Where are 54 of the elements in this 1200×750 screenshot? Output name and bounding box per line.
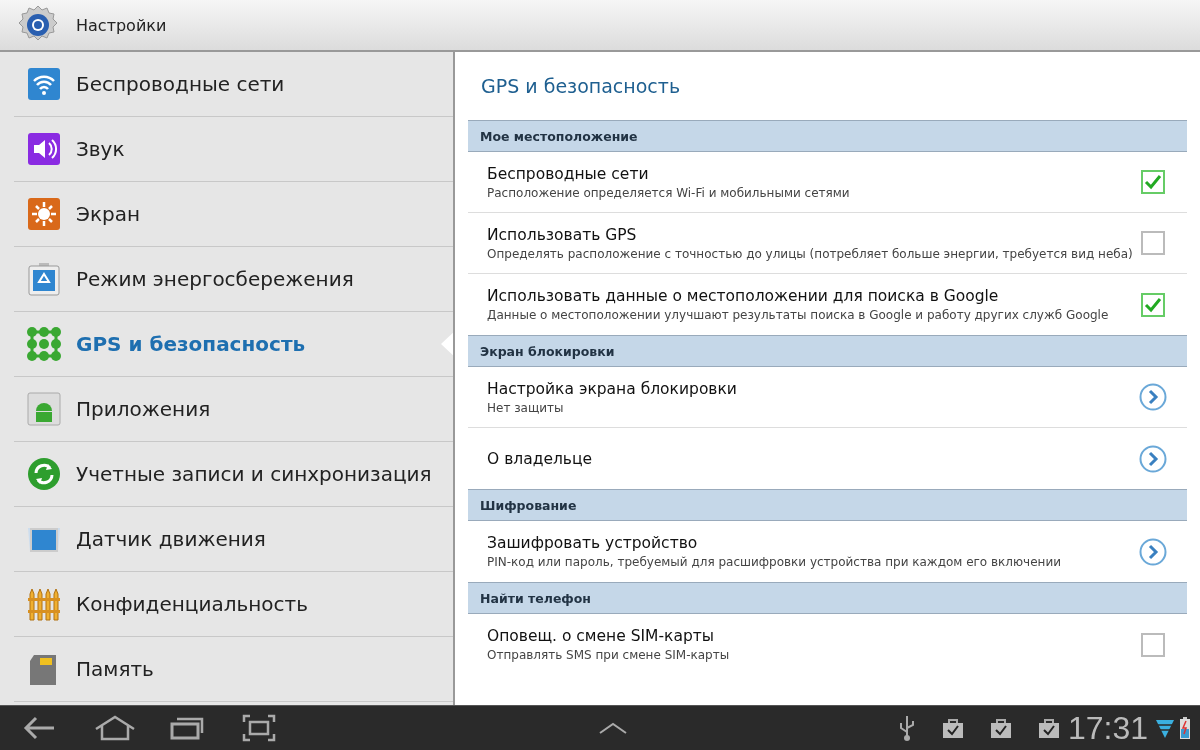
chevron-icon[interactable] — [1139, 444, 1167, 473]
home-icon[interactable] — [94, 715, 136, 741]
bag-check-icon — [1037, 717, 1060, 739]
setting-title[interactable]: О владельце — [487, 449, 1139, 468]
battery-icon — [1180, 717, 1190, 739]
setting-description: Отправлять SMS при смене SIM-карты — [487, 648, 731, 662]
bag-check-icon — [989, 717, 1012, 739]
fence-icon — [26, 586, 62, 622]
section-title: Мое местоположение — [480, 128, 638, 144]
checkbox[interactable] — [1141, 632, 1165, 657]
checkbox[interactable] — [1141, 170, 1165, 194]
setting-description: Расположение определяется Wi-Fi и мобильными сетями — [487, 185, 851, 200]
wifi-signal-icon — [1156, 718, 1174, 738]
section-title: Шифрование — [480, 497, 577, 513]
sidebar-item[interactable]: Конфиденциальность — [14, 572, 453, 637]
setting-title[interactable]: Зашифровать устройство — [487, 534, 1139, 552]
speaker-icon — [26, 131, 62, 167]
setting-title[interactable]: Использовать GPS — [487, 225, 1141, 244]
setting-title[interactable]: Беспроводные сети — [487, 164, 1141, 183]
sidebar-item[interactable]: Учетные записи и синхронизация — [14, 442, 453, 507]
sidebar-item[interactable]: Звук — [14, 117, 453, 182]
sidebar-item[interactable]: Беспроводные сети — [14, 52, 453, 117]
sidebar-item[interactable]: GPS и безопасность — [14, 312, 453, 377]
usb-icon — [897, 714, 916, 742]
setting-description: Нет защиты — [487, 400, 565, 415]
sidebar-item[interactable]: Датчик движения — [14, 507, 453, 572]
brightness-icon — [26, 196, 62, 232]
chevron-icon[interactable] — [1139, 537, 1167, 566]
setting-title[interactable]: Использовать данные о местоположении для поиска в Google — [487, 287, 1141, 305]
sidebar-item[interactable]: Экран — [14, 182, 453, 247]
wifi-icon — [26, 66, 62, 102]
back-icon[interactable] — [22, 714, 56, 742]
clock-time: 17:31 — [1067, 709, 1148, 747]
section-title: Найти телефон — [480, 590, 591, 606]
sidebar-item[interactable]: Режим энергосбережения — [14, 247, 453, 312]
dot-grid-icon — [26, 326, 62, 362]
setting-description: Определять расположение с точностью до улицы (потребляет больше энергии, требуется вид неба) — [487, 246, 1134, 261]
panel-title: GPS и безопасность — [481, 75, 681, 97]
setting-title[interactable]: Оповещ. о смене SIM-карты — [487, 627, 1141, 645]
sync-icon — [26, 456, 62, 492]
sidebar-item[interactable]: Память — [14, 637, 453, 702]
bag-check-icon — [941, 717, 964, 739]
sidebar-item[interactable]: Приложения — [14, 377, 453, 442]
setting-description: PIN-код или пароль, требуемый для расшифровки устройства при каждом его включении — [487, 555, 1063, 569]
caret-up-icon[interactable] — [598, 721, 628, 735]
setting-description: Данные о местоположении улучшают результаты поиска в Google и работу других служб Google — [487, 308, 1110, 322]
section-title: Экран блокировки — [480, 343, 615, 359]
setting-title[interactable]: Настройка экрана блокировки — [487, 379, 1139, 398]
app-title: Настройки — [76, 15, 167, 35]
screenshot-icon[interactable] — [242, 714, 276, 742]
checkbox[interactable] — [1141, 231, 1165, 255]
checkbox[interactable] — [1141, 292, 1165, 317]
chevron-icon[interactable] — [1139, 383, 1167, 411]
recent-apps-icon[interactable] — [170, 715, 204, 741]
